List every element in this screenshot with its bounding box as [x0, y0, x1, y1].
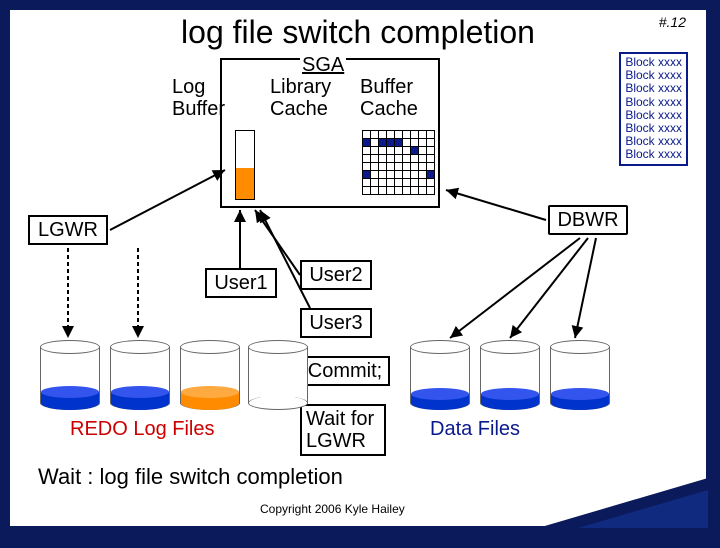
block-item: Block xxxx [625, 109, 682, 122]
data-file [480, 340, 540, 410]
log-buffer-label: Log Buffer [172, 76, 225, 120]
lgwr-process: LGWR [28, 215, 108, 245]
redo-log-file [248, 340, 308, 410]
buffer-cache-grid [362, 130, 435, 195]
copyright: Copyright 2006 Kyle Hailey [260, 502, 405, 516]
user3-box: User3 [300, 308, 372, 338]
block-item: Block xxxx [625, 82, 682, 95]
redo-log-file [110, 340, 170, 410]
block-list: Block xxxx Block xxxx Block xxxx Block x… [619, 52, 688, 166]
dbwr-process: DBWR [548, 205, 628, 235]
data-file [410, 340, 470, 410]
wait-event-label: Wait : log file switch completion [38, 464, 343, 490]
redo-log-files-label: REDO Log Files [70, 418, 215, 441]
block-item: Block xxxx [625, 148, 682, 161]
log-buffer-fill [236, 168, 254, 199]
log-buffer-visual [235, 130, 255, 200]
page-title: log file switch completion [10, 14, 706, 51]
slide-number: #.12 [659, 14, 686, 30]
buffer-cache-label: Buffer Cache [360, 76, 418, 120]
user1-box: User1 [205, 268, 277, 298]
block-item: Block xxxx [625, 96, 682, 109]
redo-log-file [40, 340, 100, 410]
data-files-label: Data Files [430, 418, 520, 441]
library-cache-label: Library Cache [270, 76, 331, 120]
user2-box: User2 [300, 260, 372, 290]
data-file [550, 340, 610, 410]
redo-log-file [180, 340, 240, 410]
commit-box: Commit; [300, 356, 390, 386]
sga-label: SGA [300, 54, 346, 77]
wait-lgwr-box: Wait for LGWR [300, 404, 386, 456]
